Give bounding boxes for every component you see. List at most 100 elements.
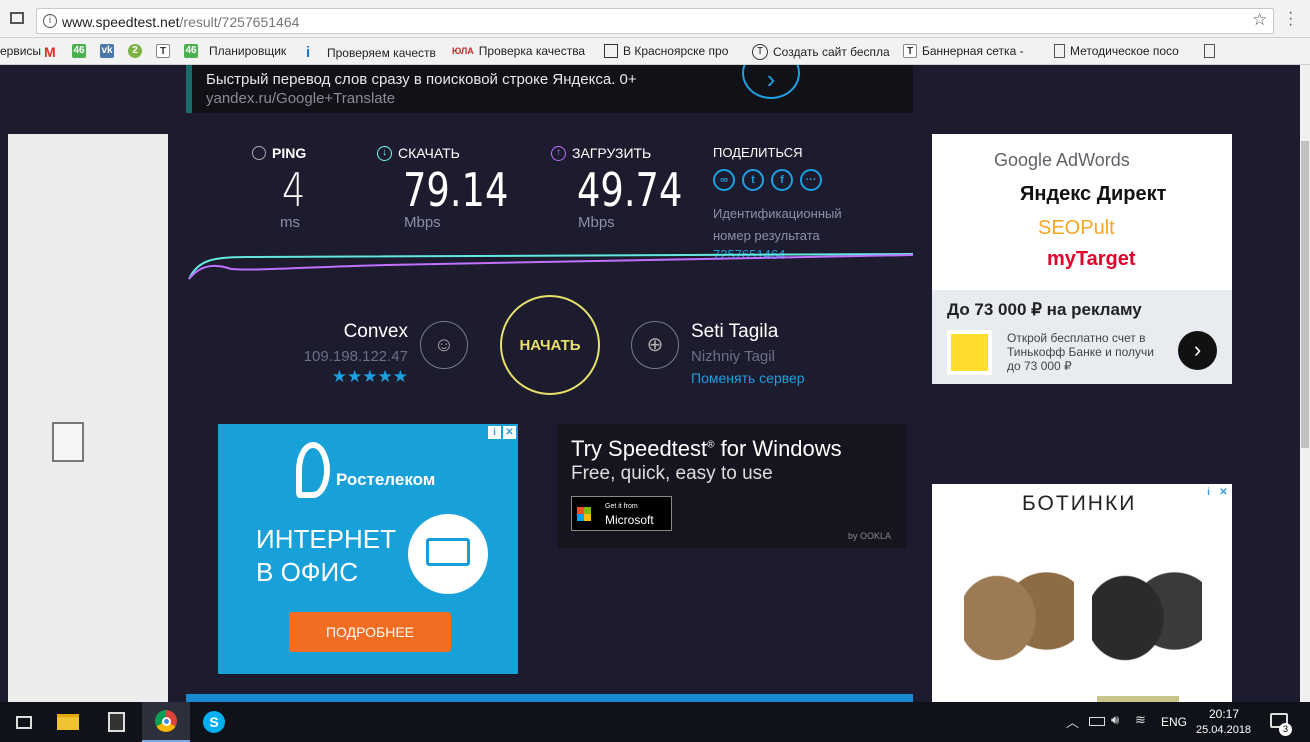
upload-value: 49.74 (577, 163, 683, 217)
url-host: www.speedtest.net (62, 14, 180, 30)
microsoft-store-badge[interactable]: Get it from Microsoft (571, 496, 672, 531)
start-button[interactable]: НАЧАТЬ (500, 295, 600, 395)
bookmark-item[interactable]: T Создать сайт беспла (752, 44, 890, 60)
bookmarks-bar: ервисы M 46 vk 2 T 46 Планировщик i Провер… (0, 38, 1310, 65)
rostelecom-brand: Ростелеком (336, 470, 436, 489)
more-button[interactable]: ПОДРОБНЕЕ (289, 612, 451, 652)
rostelecom-logo-icon (296, 442, 330, 498)
download-value: 79.14 (403, 163, 509, 217)
ad-url: yandex.ru/Google+Translate (206, 90, 396, 107)
close-icon[interactable]: ✕ (1217, 486, 1230, 499)
black-boots-image (1092, 534, 1202, 674)
page-icon (1054, 44, 1065, 58)
vk-icon[interactable]: vk (100, 44, 114, 58)
bookmark-label: Создать сайт беспла (773, 45, 890, 59)
url-path: /result/7257651464 (179, 14, 300, 30)
battery-icon[interactable] (1089, 717, 1105, 726)
broken-page-icon (52, 422, 84, 462)
download-result: ↓ СКАЧАТЬ 79.14 Mbps (377, 145, 517, 231)
windows-promo[interactable]: Try Speedtest® for Windows Free, quick, … (557, 424, 907, 548)
isp-rating[interactable]: ★★★★★ (250, 367, 408, 387)
server-name: Seti Tagila (691, 321, 779, 342)
skype-icon[interactable]: S (190, 702, 238, 742)
menu-icon[interactable]: · · · (1288, 5, 1293, 33)
bookmark-label: Проверяем качеств (327, 45, 436, 60)
more-icon[interactable]: ··· (800, 169, 822, 191)
chevron-right-icon[interactable]: › (1178, 331, 1217, 370)
bookmark-item[interactable]: i Проверяем качеств (306, 44, 436, 61)
t-circle-icon: T (752, 44, 768, 60)
facebook-icon[interactable]: f (771, 169, 793, 191)
file-explorer-icon[interactable] (44, 702, 92, 742)
clock-time[interactable]: 20:17 (1209, 707, 1239, 721)
tinkoff-logo-icon (947, 330, 992, 375)
ad-info-icon[interactable]: i (1202, 486, 1215, 499)
mytarget-logo: myTarget (1047, 248, 1136, 270)
chevron-right-icon[interactable]: › (742, 65, 800, 99)
upload-unit: Mbps (578, 214, 615, 231)
t-icon[interactable]: T (156, 44, 170, 58)
windows-icon (577, 507, 591, 521)
logo-icon: ЮЛА (452, 46, 474, 56)
chrome-icon[interactable] (142, 702, 190, 742)
bookmark-label: Планировщик (209, 44, 287, 58)
bookmark-item[interactable]: ЮЛА Проверка качества (452, 44, 585, 58)
upload-label: ЗАГРУЗИТЬ (572, 145, 652, 161)
promo-title: Try Speedtest® for Windows (571, 436, 842, 461)
notification-count: 3 (1279, 723, 1292, 736)
clock-date[interactable]: 25.04.2018 (1196, 724, 1251, 736)
top-text-ad[interactable]: Быстрый перевод слов сразу в поисковой с… (186, 65, 913, 113)
download-label: СКАЧАТЬ (398, 145, 460, 161)
bottom-ad-strip[interactable] (186, 694, 913, 702)
close-icon[interactable]: ✕ (503, 426, 516, 439)
ad-headline-1: ИНТЕРНЕТ (256, 524, 397, 554)
bookmark-label: Баннерная сетка - (922, 44, 1024, 58)
ad-title: Быстрый перевод слов сразу в поисковой с… (206, 71, 637, 88)
volume-icon[interactable]: 🔊︎ (1111, 712, 1119, 728)
badge-46-icon[interactable]: 46 Планировщик (184, 44, 286, 58)
gmail-icon[interactable]: M (44, 44, 56, 60)
link-icon[interactable]: ∞ (713, 169, 735, 191)
page-icon[interactable] (1204, 44, 1215, 58)
rostelecom-ad[interactable]: i ✕ Ростелеком ИНТЕРНЕТ В ОФИС ПОДРОБНЕЕ (218, 424, 518, 674)
network-icon[interactable]: ≋ (1135, 712, 1146, 728)
2gis-icon[interactable]: 2 (128, 44, 142, 58)
ad-choices[interactable]: i✕ (1202, 486, 1230, 499)
laptop-icon (408, 514, 488, 594)
ping-icon (252, 146, 266, 160)
isp-name: Convex (343, 321, 408, 342)
upload-result: ↑ ЗАГРУЗИТЬ 49.74 Mbps (551, 145, 691, 231)
ad-headline: До 73 000 ₽ на рекламу (947, 300, 1142, 319)
shoes-ad[interactable]: i ✕ БОТИНКИ (932, 484, 1232, 702)
seopult-logo: SEOPult (1038, 217, 1115, 239)
tray-chevron-icon[interactable]: ︿ (1066, 712, 1079, 731)
ad-info-icon[interactable]: i (488, 426, 501, 439)
change-server-link[interactable]: Поменять сервер (691, 370, 891, 386)
ad-body: Открой бесплатно счет в Тинькофф Банке и… (1007, 331, 1154, 373)
tab-switch-icon[interactable] (10, 12, 24, 24)
bookmark-item[interactable]: T Баннерная сетка - (903, 44, 1024, 58)
language-indicator[interactable]: ENG (1161, 715, 1187, 729)
scrollbar-thumb[interactable] (1301, 141, 1309, 448)
page-content: Быстрый перевод слов сразу в поисковой с… (0, 65, 1300, 702)
bookmark-item[interactable]: В Красноярске про (604, 44, 728, 58)
task-view-icon[interactable] (0, 702, 48, 742)
badge-46-icon[interactable]: 46 (72, 44, 86, 58)
ping-result: PING 4 ms (252, 145, 332, 231)
ad-choices[interactable]: i✕ (488, 426, 516, 439)
yandex-direct-logo: Яндекс Директ (1020, 183, 1167, 205)
bookmark-label: Методическое посо (1070, 44, 1179, 58)
info-icon[interactable]: i (43, 14, 57, 28)
t-icon: T (903, 44, 917, 58)
isp-info: Convex 109.198.122.47 ★★★★★ (250, 321, 408, 387)
bookmark-item[interactable]: Методическое посо (1054, 44, 1179, 58)
doc-icon (604, 44, 618, 58)
adwords-ad[interactable]: i✕ Google AdWords Яндекс Директ SEOPult … (932, 134, 1232, 384)
isp-ip: 109.198.122.47 (303, 348, 408, 365)
bookmark-services[interactable]: ервисы (0, 44, 41, 58)
twitter-icon[interactable]: t (742, 169, 764, 191)
star-icon[interactable]: ☆ (1252, 10, 1267, 30)
calculator-icon[interactable] (92, 702, 140, 742)
upload-icon: ↑ (551, 145, 566, 161)
speed-graph (188, 253, 913, 280)
